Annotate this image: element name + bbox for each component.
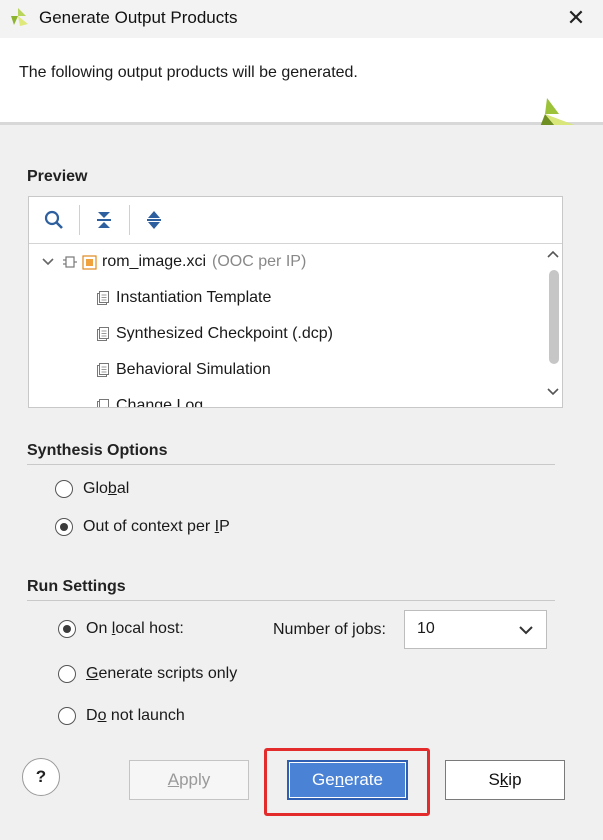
preview-title: Preview [27, 168, 88, 185]
tree-item[interactable]: Change Log [96, 391, 203, 407]
tree-root-note: (OOC per IP) [212, 253, 307, 270]
run-local-host-radio[interactable]: On local host: [58, 620, 184, 638]
radio-indicator[interactable] [58, 665, 76, 683]
tree-item-label: Synthesized Checkpoint (.dcp) [116, 325, 333, 342]
generate-button[interactable]: Ge n erate [287, 760, 408, 800]
tree-item-label: Instantiation Template [116, 289, 272, 306]
document-icon [97, 291, 109, 305]
number-of-jobs-value: 10 [417, 620, 435, 637]
title-bar: Generate Output Products ✕ [0, 0, 603, 38]
xci-file-icon [82, 254, 97, 270]
synthesis-global-label: Global [83, 480, 130, 497]
run-settings-divider [27, 600, 555, 601]
scroll-thumb[interactable] [549, 270, 559, 364]
preview-scrollbar[interactable] [543, 244, 562, 407]
synthesis-ooc-radio[interactable]: Out of context per IP [55, 518, 230, 536]
scroll-down-button[interactable] [544, 384, 562, 400]
document-icon [97, 327, 109, 341]
header-description: The following output products will be ge… [19, 64, 358, 81]
collapse-all-button[interactable] [89, 205, 119, 235]
close-button[interactable]: ✕ [560, 4, 592, 32]
synthesis-options-title: Synthesis Options [27, 442, 168, 459]
document-icon [97, 363, 109, 377]
expand-all-button[interactable] [139, 205, 169, 235]
preview-tree: rom_image.xci (OOC per IP) Instantiation… [29, 244, 543, 407]
radio-indicator[interactable] [58, 620, 76, 638]
synthesis-divider [27, 464, 555, 465]
document-icon [97, 399, 109, 407]
radio-indicator[interactable] [55, 518, 73, 536]
run-local-host-label: On local host: [86, 620, 184, 637]
app-logo-icon [11, 8, 28, 26]
scroll-up-button[interactable] [544, 246, 562, 262]
toolbar-separator [129, 205, 130, 235]
search-icon [44, 210, 63, 229]
tree-root-row[interactable]: rom_image.xci (OOC per IP) [41, 247, 306, 277]
chevron-up-icon [547, 250, 559, 258]
preview-panel: rom_image.xci (OOC per IP) Instantiation… [28, 196, 563, 408]
window-title: Generate Output Products [39, 8, 238, 27]
toolbar-separator [79, 205, 80, 235]
skip-button[interactable]: Sk ip [445, 760, 565, 800]
run-do-not-launch-radio[interactable]: Do not launch [58, 707, 185, 725]
chevron-down-icon [547, 388, 559, 396]
radio-indicator[interactable] [58, 707, 76, 725]
radio-indicator[interactable] [55, 480, 73, 498]
tree-item-label: Behavioral Simulation [116, 361, 271, 378]
run-do-not-launch-label: Do not launch [86, 707, 185, 724]
chevron-down-icon [519, 626, 533, 635]
tree-item[interactable]: Instantiation Template [96, 283, 271, 313]
collapse-all-icon [97, 212, 111, 228]
number-of-jobs-select[interactable]: 10 [404, 610, 547, 649]
search-button[interactable] [39, 205, 69, 235]
dialog-header: The following output products will be ge… [0, 38, 603, 140]
synthesis-global-radio[interactable]: Global [55, 480, 129, 498]
number-of-jobs-label: Number of jobs: [273, 621, 386, 638]
chevron-down-icon[interactable] [41, 255, 55, 269]
tree-item[interactable]: Synthesized Checkpoint (.dcp) [96, 319, 333, 349]
tree-root-name: rom_image.xci [102, 253, 207, 270]
tree-item[interactable]: Behavioral Simulation [96, 355, 271, 385]
synthesis-ooc-label: Out of context per IP [83, 518, 230, 535]
tree-item-label: Change Log [116, 397, 204, 407]
help-button[interactable]: ? [22, 758, 60, 796]
ip-block-icon [63, 256, 77, 268]
expand-all-icon [147, 211, 161, 229]
apply-button[interactable]: Apply [129, 760, 249, 800]
run-generate-scripts-radio[interactable]: Generate scripts only [58, 665, 237, 683]
preview-toolbar [29, 197, 562, 244]
run-settings-title: Run Settings [27, 578, 126, 595]
run-generate-scripts-label: Generate scripts only [86, 665, 238, 682]
